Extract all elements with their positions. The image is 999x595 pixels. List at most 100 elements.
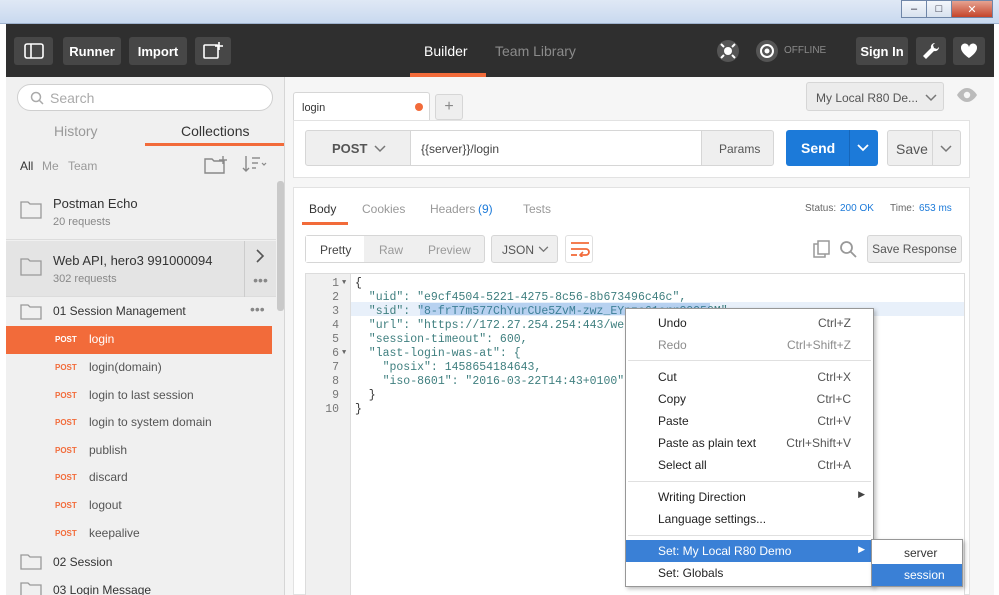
folder-item[interactable]: 03 Login Message [6,579,276,595]
menu-item-select-all[interactable]: Select all Ctrl+A [626,454,873,476]
save-button[interactable]: Save [887,130,961,166]
time-label: Time: [890,203,915,214]
sidebar-toggle-icon [23,43,44,59]
menu-item-writing-direction[interactable]: Writing Direction ▶ [626,486,873,508]
menu-item-language-settings[interactable]: Language settings... [626,508,873,530]
window-controls: – □ ✕ [901,0,993,18]
menu-item-cut[interactable]: Cut Ctrl+X [626,366,873,388]
request-item[interactable]: POST keepalive [6,520,272,548]
view-preview[interactable]: Preview [428,243,471,257]
import-button[interactable]: Import [129,37,187,65]
sidebar-scrollbar[interactable] [277,181,284,311]
sign-in-button[interactable]: Sign In [856,37,908,65]
request-item[interactable]: POST login to last session [6,382,272,410]
tab-tests[interactable]: Tests [523,202,551,216]
params-button[interactable]: Params [701,130,774,166]
fold-arrow-icon[interactable]: ▼ [342,279,346,287]
code-line: { [355,277,362,290]
filter-team[interactable]: Team [68,159,97,173]
view-raw[interactable]: Raw [379,243,403,257]
params-label: Params [719,142,761,156]
new-window-button[interactable] [195,37,231,65]
folder-name: 02 Session [53,555,113,569]
wrap-lines-button[interactable] [565,235,593,263]
expand-collection-button[interactable] [244,241,276,269]
fold-arrow-icon[interactable]: ▼ [342,349,346,357]
menu-item-paste-plain[interactable]: Paste as plain text Ctrl+Shift+V [626,432,873,454]
request-name: discard [89,470,128,484]
runner-button[interactable]: Runner [63,37,121,65]
tab-history[interactable]: History [54,123,98,139]
tab-headers[interactable]: Headers [430,202,475,216]
copy-icon[interactable] [813,240,831,258]
folder-item[interactable]: 02 Session [6,551,276,573]
tab-cookies[interactable]: Cookies [362,202,405,216]
status-value: 200 OK [840,203,874,214]
chevron-down-icon[interactable] [940,145,952,153]
request-tab[interactable]: login [293,92,430,120]
interceptor-icon[interactable] [716,39,740,66]
method-select[interactable]: POST [305,130,411,166]
submenu-item-session[interactable]: session [872,564,962,586]
request-name: login(domain) [89,360,162,374]
folder-name: 01 Session Management [53,304,186,318]
tab-builder[interactable]: Builder [424,43,468,59]
tab-team-library[interactable]: Team Library [495,43,576,59]
request-name: login to last session [89,388,194,402]
method-badge: POST [55,418,77,427]
sync-icon[interactable] [755,39,779,66]
new-collection-icon[interactable] [204,155,228,175]
line-number: 7 [332,361,339,374]
menu-item-redo[interactable]: Redo Ctrl+Shift+Z [626,334,873,356]
menu-label: Set: Globals [658,566,724,580]
folder-icon [20,258,42,276]
url-input[interactable]: {{server}}/login [410,130,702,166]
request-item[interactable]: POST discard [6,464,272,492]
eye-icon[interactable] [956,87,978,103]
tab-collections[interactable]: Collections [181,123,249,139]
request-item[interactable]: POST login(domain) [6,354,272,382]
filter-all[interactable]: All [20,159,33,173]
submenu-item-server[interactable]: server [872,542,962,564]
folder-item[interactable]: 01 Session Management ••• [6,301,276,323]
minimize-button[interactable]: – [901,0,927,18]
request-item[interactable]: POST login [6,326,272,354]
menu-label: Select all [658,458,707,472]
favorites-button[interactable] [953,37,985,65]
view-pretty[interactable]: Pretty [320,243,351,257]
chevron-down-icon[interactable] [857,144,869,152]
url-value: {{server}}/login [421,142,500,156]
menu-item-set-environment[interactable]: Set: My Local R80 Demo ▶ [626,540,873,562]
menu-item-undo[interactable]: Undo Ctrl+Z [626,312,873,334]
environment-select[interactable]: My Local R80 De... [806,82,944,111]
code-line: "session-timeout": 600, [355,333,528,346]
app-header: Runner Import Builder Team Library OFFLI… [6,24,994,77]
folder-icon [20,201,42,219]
request-name: publish [89,443,128,457]
filter-me[interactable]: Me [42,159,59,173]
format-select[interactable]: JSON [491,235,558,263]
menu-item-paste[interactable]: Paste Ctrl+V [626,410,873,432]
request-item[interactable]: POST publish [6,437,272,465]
folder-more-button[interactable]: ••• [250,301,265,317]
close-button[interactable]: ✕ [951,0,993,18]
chevron-down-icon [538,246,549,253]
settings-button[interactable] [916,37,946,65]
request-item[interactable]: POST logout [6,492,272,520]
save-response-button[interactable]: Save Response [867,235,962,263]
search-icon[interactable] [839,240,857,258]
menu-item-set-globals[interactable]: Set: Globals [626,562,873,584]
request-item[interactable]: POST login to system domain [6,409,272,437]
collection-item[interactable]: Web API, hero3 991000094 302 requests ••… [6,241,276,297]
tab-body[interactable]: Body [309,202,336,216]
collection-item[interactable]: Postman Echo 20 requests [6,184,276,240]
sort-icon[interactable] [242,155,268,173]
add-tab-button[interactable]: + [435,94,463,120]
submenu-label: session [904,568,945,582]
maximize-button[interactable]: □ [926,0,952,18]
search-input[interactable]: Search [17,84,273,111]
menu-item-copy[interactable]: Copy Ctrl+C [626,388,873,410]
sidebar-toggle-button[interactable] [14,37,53,65]
collection-more-button[interactable]: ••• [244,269,276,297]
send-button[interactable]: Send [786,130,878,166]
